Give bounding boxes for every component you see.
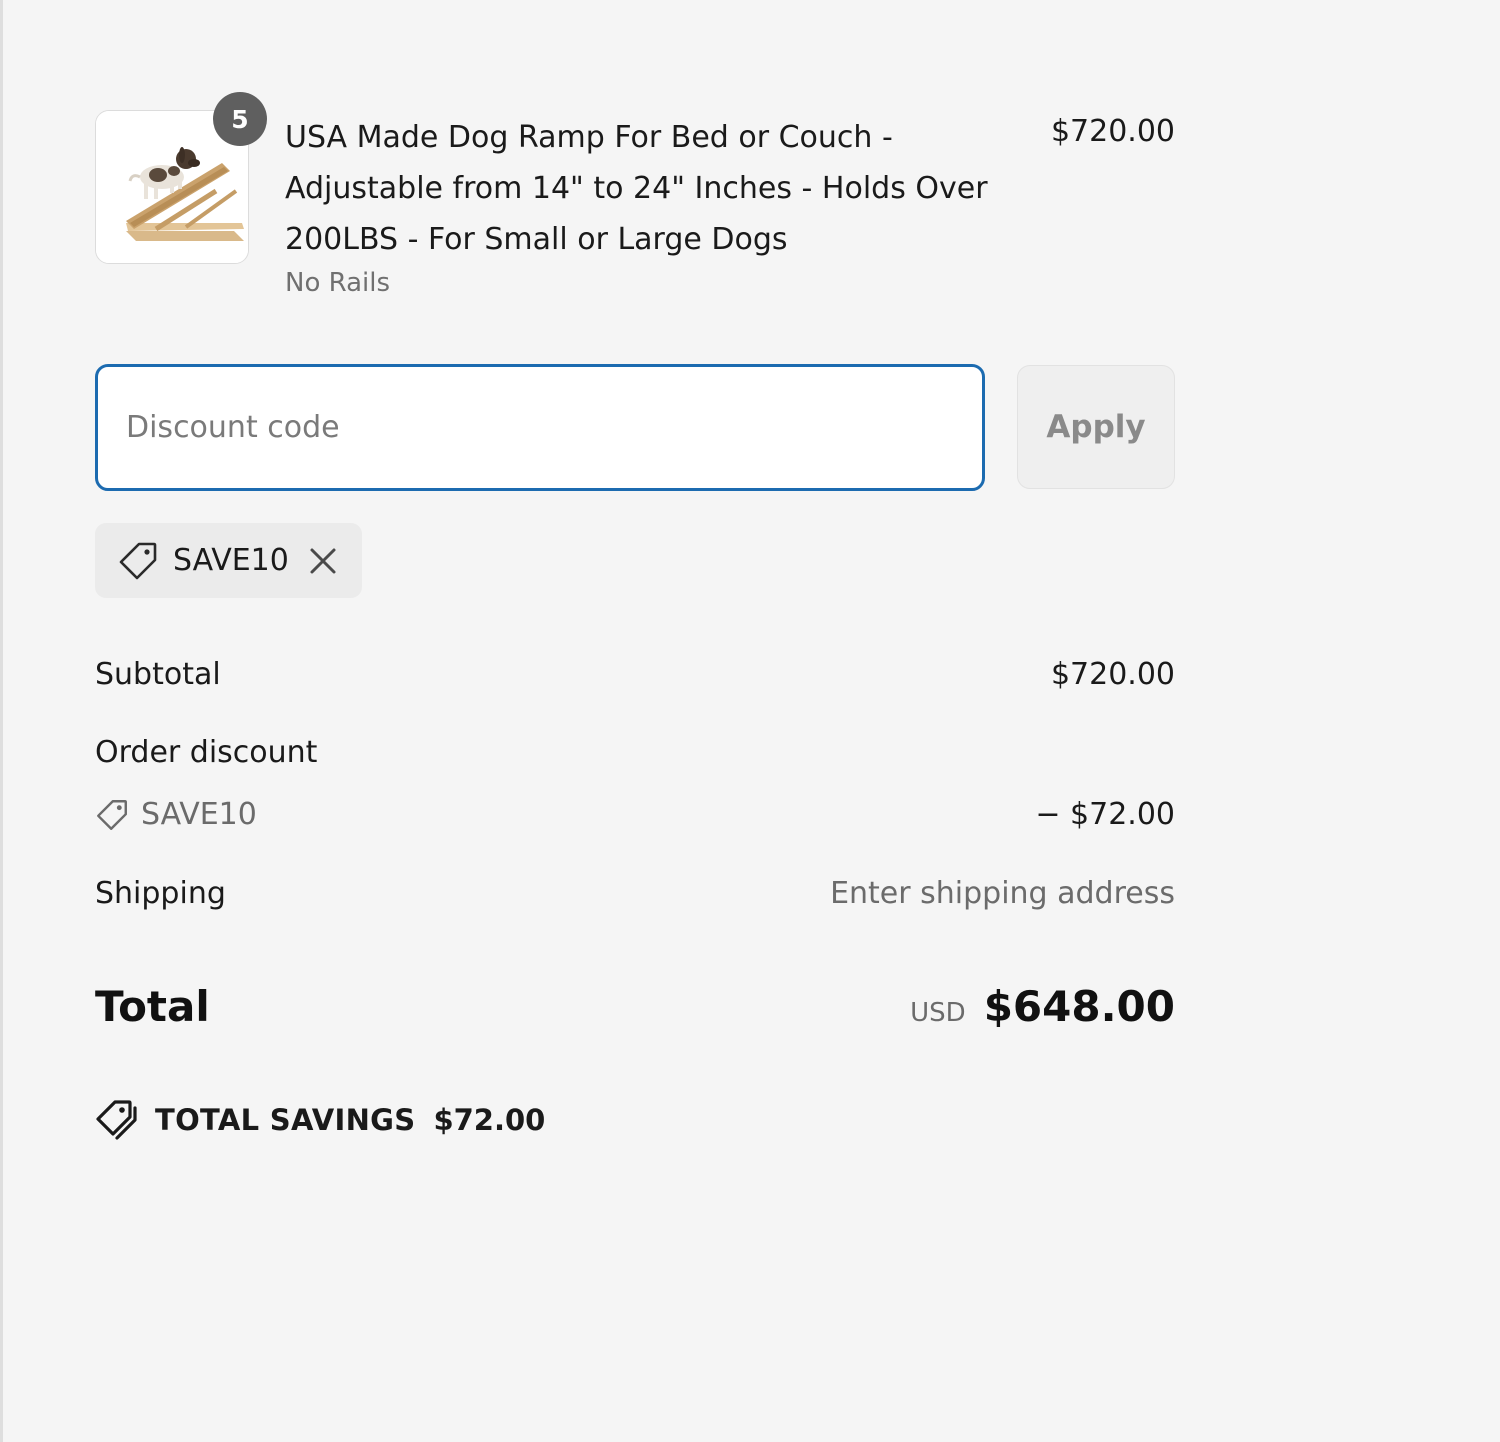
order-discount-value: − $72.00: [1035, 797, 1175, 832]
tag-icon: [119, 542, 157, 579]
total-savings-label: TOTAL SAVINGS: [155, 1103, 416, 1137]
order-discount-code-line: SAVE10: [95, 797, 257, 832]
product-variant: No Rails: [285, 268, 391, 298]
order-discount-code: SAVE10: [141, 797, 257, 832]
total-value-wrapper: USD $648.00: [910, 982, 1175, 1031]
tags-icon: [96, 1100, 137, 1140]
shipping-value: Enter shipping address: [830, 876, 1175, 911]
subtotal-value: $720.00: [1050, 657, 1175, 692]
order-discount-label: Order discount: [95, 735, 318, 770]
product-price: $720.00: [1050, 114, 1175, 149]
product-title: USA Made Dog Ramp For Bed or Couch - Adj…: [285, 120, 988, 257]
total-label: Total: [95, 982, 210, 1031]
total-savings-amount: $72.00: [433, 1103, 546, 1137]
applied-discount-code: SAVE10: [173, 543, 289, 578]
subtotal-label: Subtotal: [95, 657, 221, 692]
close-icon: [310, 548, 336, 573]
total-savings: TOTAL SAVINGS $72.00: [95, 1098, 545, 1142]
order-summary: 5 USA Made Dog Ramp For Bed or Couch - A…: [95, 0, 1175, 1442]
apply-discount-button[interactable]: Apply: [1017, 365, 1175, 489]
currency-code: USD: [910, 998, 966, 1028]
discount-code-input[interactable]: [95, 364, 985, 491]
product-thumbnail-wrapper: 5: [95, 92, 267, 264]
total-amount: $648.00: [983, 982, 1175, 1031]
remove-discount-button[interactable]: [307, 545, 339, 577]
applied-discount-chip: SAVE10: [95, 523, 362, 598]
shipping-label: Shipping: [95, 876, 226, 911]
quantity-badge: 5: [213, 92, 267, 146]
panel-left-border: [0, 0, 3, 1442]
tag-icon: [97, 799, 127, 830]
